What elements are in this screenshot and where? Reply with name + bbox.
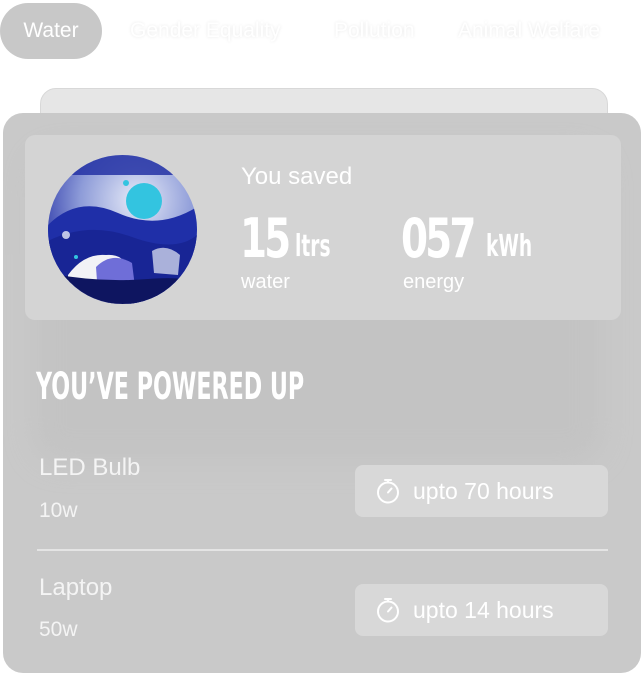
duration-badge[interactable]: upto 14 hours [355,584,608,636]
water-saved-label: water [241,271,290,293]
tab-animal-welfare[interactable]: Animal Welfare [458,3,600,59]
duration-text: upto 14 hours [413,596,554,623]
duration-badge[interactable]: upto 70 hours [355,465,608,517]
energy-saved-unit: kWh [486,229,533,264]
water-saved-value: 15 [240,207,291,270]
impact-card: You saved 15 ltrs water 057 kWh energy Y… [3,113,641,673]
landscape-illustration [48,155,197,304]
tab-gender-equality[interactable]: Gender Equality [130,3,281,59]
page: Water Gender Equality Pollution Animal W… [0,0,643,674]
stopwatch-icon [377,598,399,623]
device-name: LED Bulb [39,454,141,481]
saved-title: You saved [241,163,353,190]
category-tabs: Water Gender Equality Pollution Animal W… [0,3,643,59]
energy-saved-label: energy [403,271,465,293]
savings-panel: You saved 15 ltrs water 057 kWh energy [25,135,621,320]
energy-saved-value: 057 [401,207,476,270]
device-wattage: 10w [39,499,78,522]
device-name: Laptop [39,574,113,601]
stopwatch-icon [377,479,399,504]
powered-up-heading: YOU’VE POWERED UP [36,365,305,408]
tab-water[interactable]: Water [0,3,102,59]
divider [37,549,608,551]
tab-pollution[interactable]: Pollution [334,3,415,59]
water-saved-unit: ltrs [295,229,331,264]
duration-text: upto 70 hours [413,477,554,504]
device-wattage: 50w [39,618,78,641]
